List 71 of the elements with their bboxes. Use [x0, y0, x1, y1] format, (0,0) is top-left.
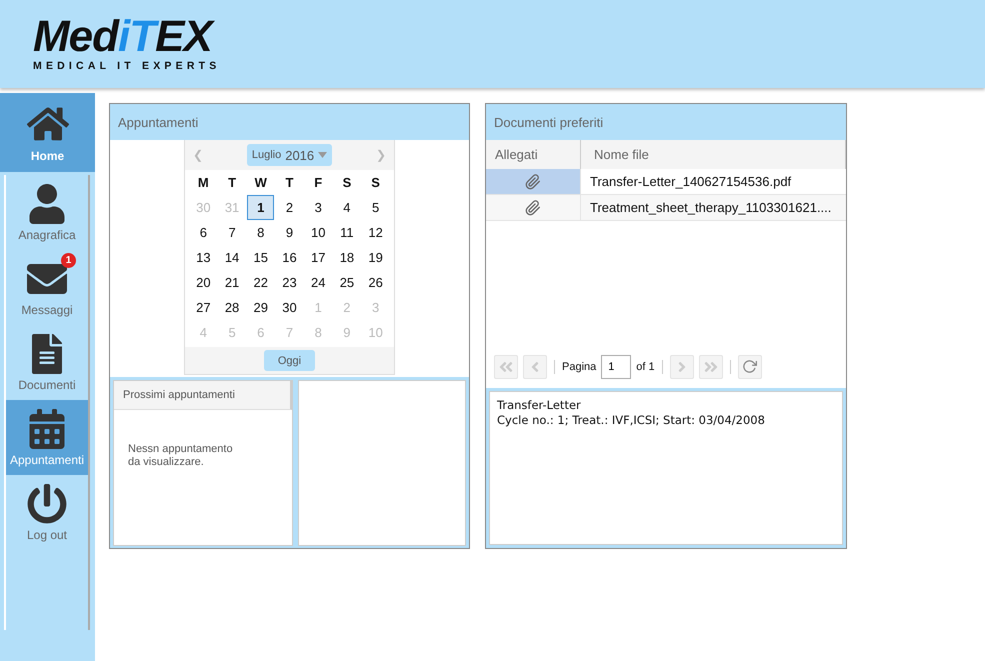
calendar-day[interactable]: 11 — [334, 220, 360, 245]
caret-icon — [318, 152, 328, 158]
notification-badge: 1 — [61, 252, 76, 268]
calendar-day[interactable]: 23 — [276, 270, 303, 295]
weekday-label: S — [370, 174, 381, 192]
calendar-day[interactable]: 8 — [247, 220, 274, 245]
calendar-day[interactable]: 24 — [304, 270, 332, 295]
sidebar-nav-item[interactable]: 1 Messaggi — [6, 250, 88, 325]
calendar-day[interactable]: 26 — [362, 270, 389, 295]
weekday-label: F — [313, 174, 324, 192]
paperclip-icon — [525, 174, 541, 190]
next-page-button[interactable] — [670, 354, 694, 378]
today-button[interactable]: Oggi — [264, 350, 315, 371]
sidebar-nav-item[interactable]: Anagrafica — [6, 175, 88, 250]
preview-details: Cycle no.: 1; Treat.: IVF,ICSI; Start: 03/04/2008 — [497, 413, 765, 428]
calendar-day[interactable]: 4 — [334, 195, 360, 220]
power-icon — [27, 484, 67, 524]
calendar-day[interactable]: 25 — [334, 270, 360, 295]
refresh-icon — [742, 359, 758, 374]
calendar-day[interactable]: 14 — [218, 245, 246, 270]
refresh-button[interactable] — [738, 354, 762, 378]
calendar-day[interactable]: 18 — [334, 245, 360, 270]
calendar-day[interactable]: 3 — [304, 195, 332, 220]
empty-message: Nessn appuntamento — [128, 443, 233, 456]
page-count: of 1 — [636, 360, 655, 372]
table-row[interactable]: Transfer-Letter_140627154536.pdf — [486, 169, 846, 195]
empty-message: da visualizzare. — [128, 456, 204, 469]
file-name-cell-text: Treatment_sheet_therapy_1103301621.... — [589, 199, 832, 217]
calendar-day[interactable]: 12 — [362, 220, 389, 245]
list-header: Prossimi appuntamenti — [114, 381, 292, 410]
calendar-day[interactable]: 27 — [190, 295, 217, 320]
table-row[interactable]: Treatment_sheet_therapy_1103301621.... — [486, 195, 846, 221]
calendar-day[interactable]: 6 — [190, 220, 217, 245]
sidebar-nav-item[interactable]: Documenti — [6, 325, 88, 400]
calendar-day[interactable]: 7 — [218, 220, 246, 245]
file-name-cell-text: Transfer-Letter_140627154536.pdf — [589, 173, 792, 191]
calendar-icon — [27, 408, 67, 448]
panel-title: Appuntamenti — [110, 104, 469, 140]
calendar-day[interactable]: 9 — [276, 220, 303, 245]
page-input[interactable]: 1 — [601, 354, 632, 378]
calendar-day[interactable]: 16 — [276, 245, 303, 270]
paperclip-icon — [525, 200, 541, 216]
calendar-day[interactable]: 15 — [247, 245, 274, 270]
weekday-label: T — [227, 174, 238, 192]
weekday-label: T — [284, 174, 294, 192]
panel-title: Documenti preferiti — [486, 104, 846, 140]
person-icon — [27, 184, 67, 224]
last-page-button[interactable] — [698, 354, 723, 378]
weekday-label: W — [254, 174, 268, 192]
calendar-day[interactable]: 22 — [247, 270, 274, 295]
calendar-day[interactable]: 17 — [304, 245, 332, 270]
previous-page-button[interactable] — [523, 354, 547, 378]
calendar-day[interactable]: 30 — [276, 295, 303, 320]
calendar-day[interactable]: 20 — [190, 270, 217, 295]
calendar-day[interactable]: 28 — [218, 295, 246, 320]
calendar-day[interactable]: 19 — [362, 245, 389, 270]
first-page-button[interactable] — [494, 354, 518, 378]
weekday-label: M — [196, 174, 210, 192]
page-label: Pagina — [562, 360, 596, 372]
calendar-day[interactable]: 5 — [362, 195, 389, 220]
logo: MediTEX MEDICAL IT EXPERTS — [33, 17, 220, 72]
calendar-day[interactable]: 1 — [247, 195, 274, 220]
sidebar-nav-item[interactable]: Log out — [6, 475, 88, 550]
calendar-day[interactable]: 2 — [276, 195, 303, 220]
calendar-day[interactable]: 29 — [247, 295, 274, 320]
calendar-day[interactable]: 13 — [190, 245, 217, 270]
month-year-dropdown[interactable]: Luglio 2016 — [246, 144, 332, 166]
calendar-day[interactable]: 10 — [304, 220, 332, 245]
calendar-day[interactable]: 21 — [218, 270, 246, 295]
preview-title: Transfer-Letter — [497, 398, 581, 413]
weekday-label: S — [342, 174, 352, 192]
